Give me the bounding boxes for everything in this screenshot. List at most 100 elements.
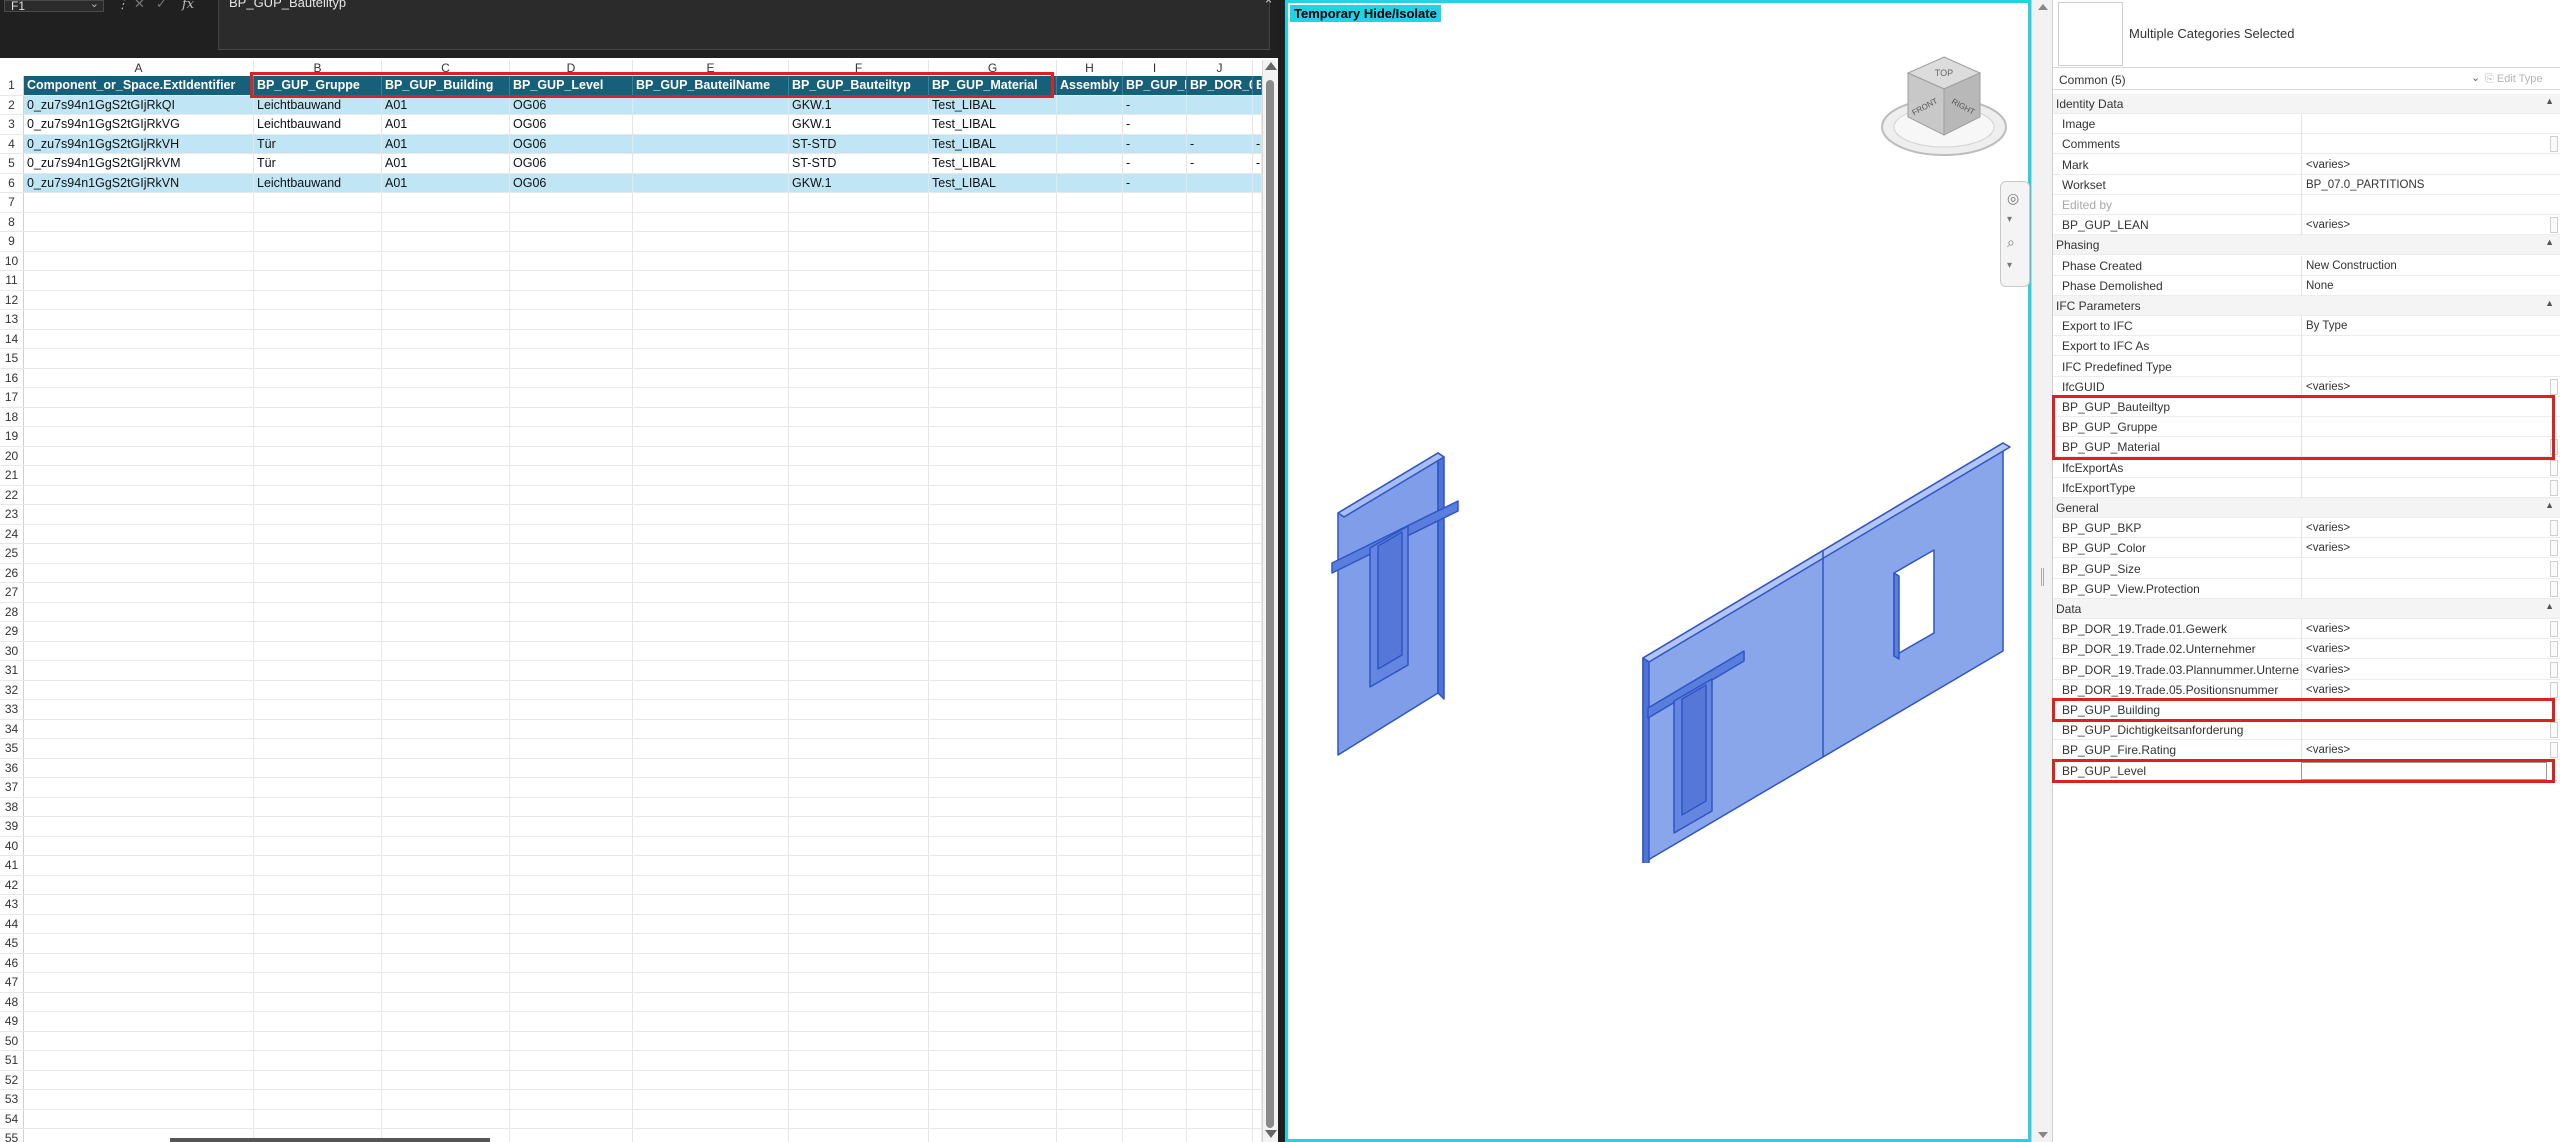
type-selector[interactable]: Multiple Categories Selected bbox=[2053, 0, 2560, 68]
empty-cell[interactable] bbox=[24, 622, 254, 641]
empty-cell[interactable] bbox=[789, 349, 929, 368]
empty-cell[interactable] bbox=[1123, 602, 1187, 621]
empty-cell[interactable] bbox=[1187, 505, 1253, 524]
empty-cell[interactable] bbox=[254, 505, 382, 524]
header-cell[interactable]: BP_GUP_Gruppe bbox=[254, 76, 382, 95]
empty-cell[interactable] bbox=[1057, 914, 1123, 933]
empty-cell[interactable] bbox=[24, 251, 254, 270]
table-row[interactable]: 34 bbox=[0, 719, 1262, 739]
empty-cell[interactable] bbox=[24, 895, 254, 914]
empty-cell[interactable] bbox=[510, 1129, 633, 1142]
empty-cell[interactable] bbox=[382, 895, 510, 914]
property-row[interactable]: Edited by bbox=[2053, 195, 2560, 215]
empty-cell[interactable] bbox=[929, 739, 1057, 758]
table-row[interactable]: 43 bbox=[0, 895, 1262, 915]
empty-cell[interactable] bbox=[24, 310, 254, 329]
empty-cell[interactable] bbox=[1187, 661, 1253, 680]
empty-cell[interactable] bbox=[789, 992, 929, 1011]
property-row[interactable]: BP_GUP_BKP <varies> bbox=[2053, 518, 2560, 539]
table-cell[interactable]: - bbox=[1187, 134, 1253, 153]
property-row[interactable]: BP_GUP_View.Protection bbox=[2053, 578, 2560, 599]
right-wall-end[interactable] bbox=[1642, 657, 1650, 863]
row-number[interactable]: 25 bbox=[0, 544, 24, 563]
table-cell[interactable]: Test_LIBAL bbox=[929, 95, 1057, 114]
empty-cell[interactable] bbox=[929, 505, 1057, 524]
empty-cell[interactable] bbox=[24, 739, 254, 758]
row-number[interactable]: 34 bbox=[0, 719, 24, 738]
empty-cell[interactable] bbox=[254, 446, 382, 465]
empty-cell[interactable] bbox=[929, 251, 1057, 270]
row-number[interactable]: 21 bbox=[0, 466, 24, 485]
empty-cell[interactable] bbox=[24, 1090, 254, 1109]
property-value[interactable]: <varies> bbox=[2301, 518, 2547, 539]
empty-cell[interactable] bbox=[929, 758, 1057, 777]
empty-cell[interactable] bbox=[1187, 622, 1253, 641]
empty-cell[interactable] bbox=[929, 1129, 1057, 1142]
empty-cell[interactable] bbox=[382, 641, 510, 660]
empty-cell[interactable] bbox=[929, 934, 1057, 953]
collapse-arrow-icon[interactable]: ▲ bbox=[2545, 96, 2554, 106]
empty-cell[interactable] bbox=[789, 719, 929, 738]
empty-cell[interactable] bbox=[24, 232, 254, 251]
empty-cell[interactable] bbox=[1123, 739, 1187, 758]
table-row[interactable]: 10 bbox=[0, 251, 1262, 271]
property-value[interactable]: <varies> bbox=[2301, 659, 2547, 680]
row-number[interactable]: 7 bbox=[0, 193, 24, 212]
empty-cell[interactable] bbox=[929, 1109, 1057, 1128]
empty-cell[interactable] bbox=[510, 368, 633, 387]
empty-cell[interactable] bbox=[382, 368, 510, 387]
empty-cell[interactable] bbox=[929, 1070, 1057, 1089]
empty-cell[interactable] bbox=[254, 524, 382, 543]
property-row[interactable]: BP_DOR_19.Trade.02.Unternehmer <varies> bbox=[2053, 639, 2560, 660]
property-group-header[interactable]: IFC Parameters ▲ bbox=[2053, 296, 2560, 316]
empty-cell[interactable] bbox=[1187, 427, 1253, 446]
table-row[interactable]: 49 bbox=[0, 1012, 1262, 1032]
property-value[interactable] bbox=[2301, 195, 2547, 215]
table-cell[interactable] bbox=[633, 154, 789, 173]
empty-cell[interactable] bbox=[929, 914, 1057, 933]
property-row[interactable]: BP_GUP_Color <varies> bbox=[2053, 538, 2560, 559]
column-header-b[interactable]: B bbox=[254, 60, 382, 76]
table-row[interactable]: 21 bbox=[0, 466, 1262, 486]
empty-cell[interactable] bbox=[1057, 875, 1123, 894]
empty-cell[interactable] bbox=[24, 1031, 254, 1050]
edit-value-button[interactable] bbox=[2550, 661, 2558, 678]
property-value[interactable]: <varies> bbox=[2301, 538, 2547, 559]
table-cell[interactable] bbox=[1057, 95, 1123, 114]
empty-cell[interactable] bbox=[24, 388, 254, 407]
empty-cell[interactable] bbox=[1123, 1012, 1187, 1031]
empty-cell[interactable] bbox=[1057, 1031, 1123, 1050]
empty-cell[interactable] bbox=[1253, 544, 1262, 563]
empty-cell[interactable] bbox=[1123, 797, 1187, 816]
table-row[interactable]: 52 bbox=[0, 1070, 1262, 1090]
empty-cell[interactable] bbox=[382, 661, 510, 680]
table-row[interactable]: 2 0_zu7s94n1GgS2tGIjRkQI Leichtbauwand A01 O… bbox=[0, 95, 1262, 115]
empty-cell[interactable] bbox=[929, 953, 1057, 972]
empty-cell[interactable] bbox=[1253, 1031, 1262, 1050]
empty-cell[interactable] bbox=[789, 193, 929, 212]
empty-cell[interactable] bbox=[929, 446, 1057, 465]
row-number[interactable]: 54 bbox=[0, 1109, 24, 1128]
table-cell[interactable]: 0_zu7s94n1GgS2tGIjRkVM bbox=[24, 154, 254, 173]
empty-cell[interactable] bbox=[929, 1051, 1057, 1070]
row-number[interactable]: 46 bbox=[0, 953, 24, 972]
empty-cell[interactable] bbox=[1187, 1070, 1253, 1089]
empty-cell[interactable] bbox=[1057, 563, 1123, 582]
empty-cell[interactable] bbox=[633, 1070, 789, 1089]
header-cell[interactable]: B bbox=[1253, 76, 1262, 95]
table-row[interactable]: 26 bbox=[0, 563, 1262, 583]
table-cell[interactable]: A01 bbox=[382, 115, 510, 134]
empty-cell[interactable] bbox=[254, 622, 382, 641]
empty-cell[interactable] bbox=[254, 427, 382, 446]
empty-cell[interactable] bbox=[633, 290, 789, 309]
empty-cell[interactable] bbox=[1253, 661, 1262, 680]
table-row[interactable]: 6 0_zu7s94n1GgS2tGIjRkVN Leichtbauwand A01 O… bbox=[0, 173, 1262, 193]
empty-cell[interactable] bbox=[24, 797, 254, 816]
empty-cell[interactable] bbox=[510, 583, 633, 602]
cancel-icon[interactable]: ✕ bbox=[134, 0, 145, 12]
property-group-header[interactable]: Data ▲ bbox=[2053, 599, 2560, 619]
empty-cell[interactable] bbox=[24, 1070, 254, 1089]
empty-cell[interactable] bbox=[24, 544, 254, 563]
empty-cell[interactable] bbox=[929, 466, 1057, 485]
empty-cell[interactable] bbox=[1253, 719, 1262, 738]
